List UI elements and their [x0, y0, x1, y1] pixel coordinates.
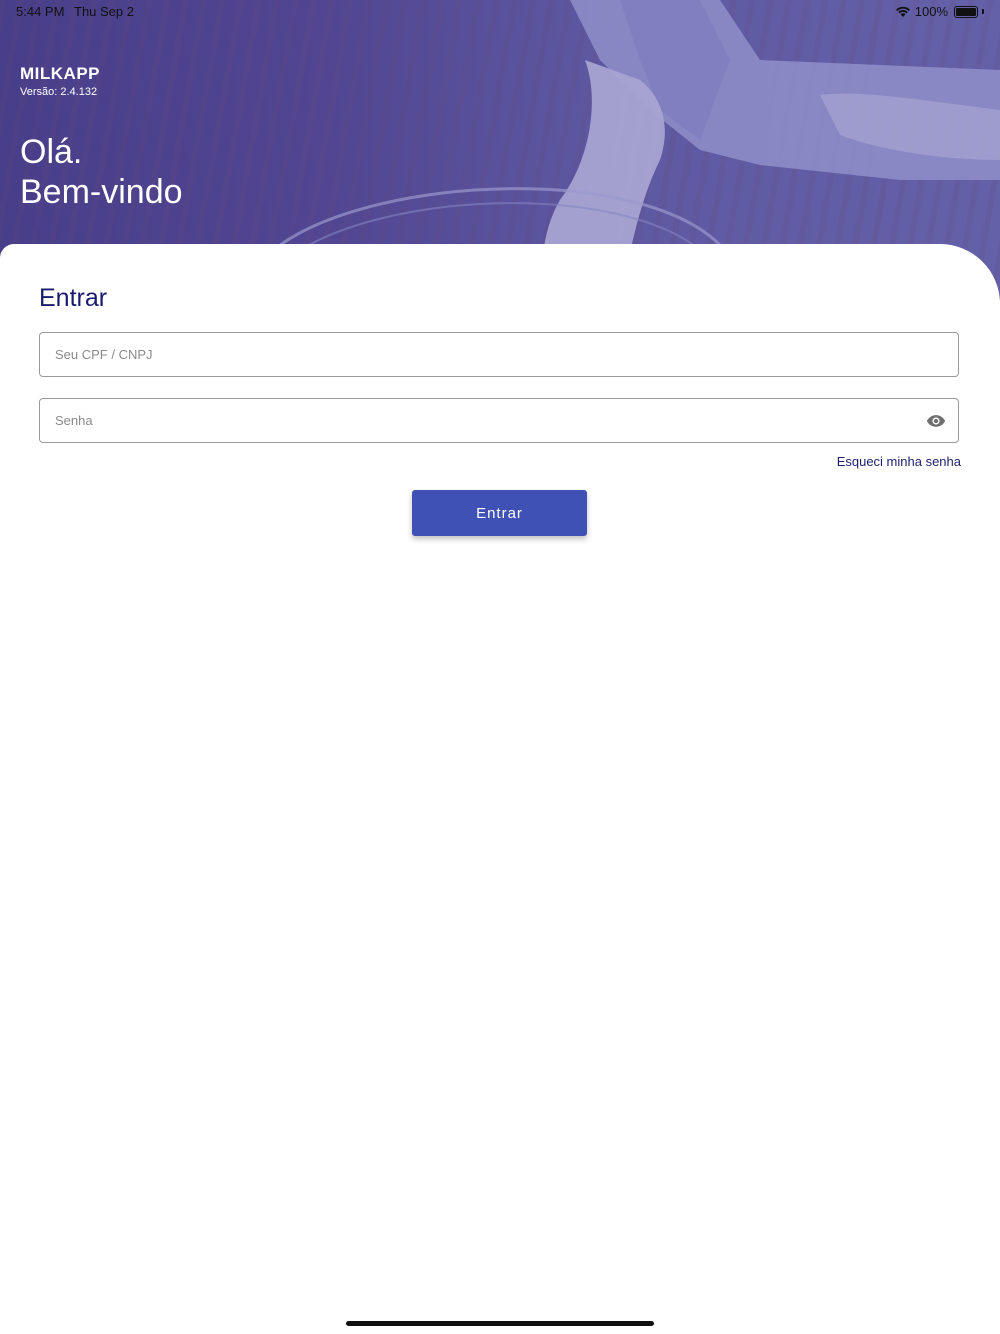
- app-logo: MILKAPP: [20, 64, 100, 83]
- app-version: Versão: 2.4.132: [20, 86, 98, 98]
- battery-icon: [954, 5, 978, 18]
- password-input[interactable]: [40, 399, 958, 442]
- eye-icon[interactable]: [926, 412, 946, 430]
- login-button[interactable]: Entrar: [412, 490, 587, 536]
- login-screen: 5:44 PM Thu Sep 2 100% MILKAPP Versão: 2…: [0, 0, 1000, 1334]
- status-time: 5:44 PM: [16, 4, 65, 19]
- login-card: Entrar Esqueci minha senha Entrar: [0, 244, 1000, 1334]
- battery-tip: [982, 9, 984, 14]
- status-bar: 5:44 PM Thu Sep 2 100%: [0, 0, 1000, 24]
- greeting-line-1: Olá.: [20, 133, 83, 171]
- status-date: Thu Sep 2: [74, 4, 134, 19]
- status-indicators: 100%: [895, 4, 984, 19]
- home-indicator: [346, 1321, 654, 1326]
- cpf-input[interactable]: [40, 333, 958, 376]
- cpf-field: [39, 332, 959, 377]
- wifi-icon: [895, 6, 910, 17]
- battery-percentage: 100%: [914, 4, 948, 19]
- login-title: Entrar: [39, 284, 108, 312]
- welcome-greeting: Olá. Bem-vindo: [20, 132, 183, 212]
- brand-block: MILKAPP Versão: 2.4.132: [20, 64, 100, 98]
- password-field: [39, 398, 959, 443]
- forgot-password-link[interactable]: Esqueci minha senha: [837, 454, 961, 469]
- greeting-line-2: Bem-vindo: [20, 173, 183, 211]
